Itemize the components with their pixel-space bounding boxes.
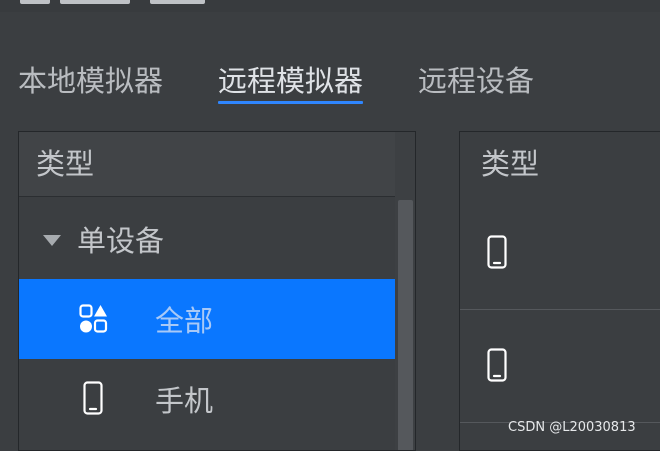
phone-icon xyxy=(83,381,103,415)
scrollbar-thumb[interactable] xyxy=(398,200,413,450)
tree-item-all[interactable]: 全部 xyxy=(19,279,396,359)
tab-remote-device[interactable]: 远程设备 xyxy=(418,60,534,102)
watermark: CSDN @L20030813 xyxy=(508,420,636,435)
tree-item-phone[interactable]: 手机 xyxy=(19,359,396,439)
vertical-scrollbar[interactable] xyxy=(395,132,415,450)
tab-remote-emulator[interactable]: 远程模拟器 xyxy=(218,60,364,104)
title-fragment xyxy=(60,0,130,4)
tree-group-single-device[interactable]: 单设备 xyxy=(19,197,396,277)
device-row[interactable] xyxy=(460,310,660,423)
phone-icon xyxy=(487,348,507,382)
tree-item-phone-label: 手机 xyxy=(155,384,214,418)
cropped-title-bar xyxy=(0,0,660,12)
type-column-header: 类型 xyxy=(19,132,397,197)
active-tab-underline xyxy=(218,101,364,104)
title-fragment xyxy=(20,0,50,4)
title-fragment xyxy=(150,0,205,4)
tree-item-all-label: 全部 xyxy=(155,304,214,338)
tab-remote-emulator-label: 远程模拟器 xyxy=(218,64,364,98)
type-header-label: 类型 xyxy=(481,147,540,181)
group-label: 单设备 xyxy=(77,224,165,258)
phone-icon xyxy=(487,235,507,269)
device-type-panel: 类型 单设备 全部 手机 xyxy=(18,131,416,451)
collapse-caret-icon[interactable] xyxy=(43,235,61,246)
type-header-label: 类型 xyxy=(36,147,95,181)
all-categories-icon xyxy=(79,304,108,333)
device-list-panel: 类型 xyxy=(459,131,660,451)
tab-local-emulator[interactable]: 本地模拟器 xyxy=(18,60,163,102)
device-row[interactable] xyxy=(460,197,660,310)
